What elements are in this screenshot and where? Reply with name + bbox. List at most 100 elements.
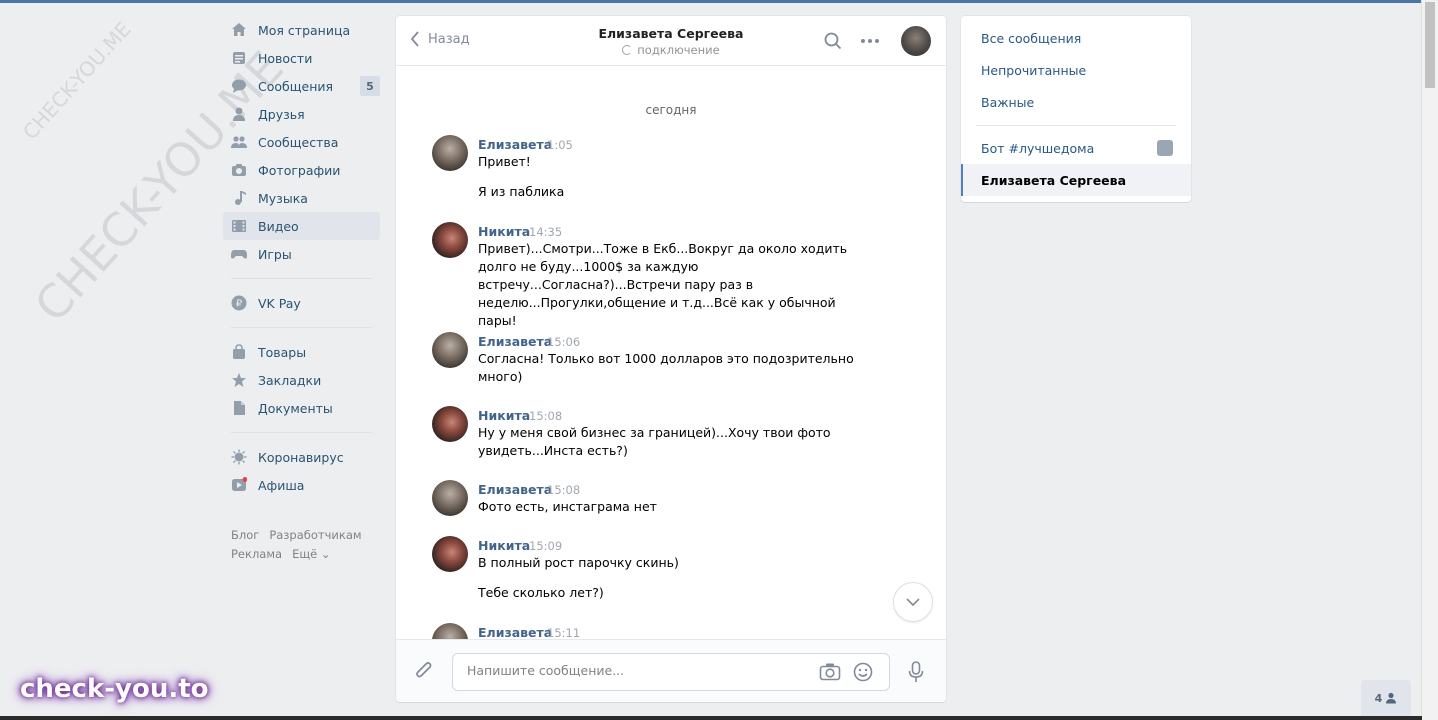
message-text: Ну у меня свой бизнес за границей)...Хоч… bbox=[478, 425, 831, 458]
message-composer bbox=[396, 639, 946, 702]
emoji-icon[interactable] bbox=[853, 662, 873, 682]
brand-watermark: check-you.to bbox=[20, 674, 209, 704]
nav-item-news[interactable]: Новости bbox=[223, 44, 380, 72]
message-author[interactable]: Никита bbox=[478, 408, 530, 423]
author-avatar[interactable] bbox=[432, 135, 468, 171]
filter-label: Все сообщения bbox=[981, 30, 1082, 46]
nav-label: Коронавирус bbox=[258, 449, 344, 465]
author-avatar[interactable] bbox=[432, 480, 468, 516]
message-time: 15:09 bbox=[529, 539, 563, 553]
conversation-item-bot[interactable]: Бот #лучшедома bbox=[961, 132, 1191, 164]
footer-links: Блог Разработчикам Реклама Ещё ⌄ bbox=[231, 526, 381, 564]
nav-item-messages[interactable]: Сообщения 5 bbox=[223, 72, 380, 100]
filter-label: Непрочитанные bbox=[981, 62, 1087, 78]
nav-label: Закладки bbox=[258, 372, 322, 388]
camera-icon[interactable] bbox=[819, 662, 841, 682]
author-avatar[interactable] bbox=[432, 406, 468, 442]
message-input[interactable] bbox=[465, 662, 809, 679]
author-avatar[interactable] bbox=[432, 332, 468, 368]
search-icon[interactable] bbox=[824, 32, 842, 50]
message-author[interactable]: Елизавета bbox=[478, 482, 552, 497]
music-icon bbox=[231, 190, 247, 206]
nav-label: Афиша bbox=[258, 477, 305, 493]
friends-icon bbox=[231, 106, 247, 122]
panel-divider bbox=[976, 125, 1176, 126]
filter-important[interactable]: Важные bbox=[961, 86, 1191, 118]
nav-label: Игры bbox=[258, 246, 292, 262]
message-time: 15:08 bbox=[547, 483, 581, 497]
nav-item-photos[interactable]: Фотографии bbox=[223, 156, 380, 184]
message-input-wrapper bbox=[452, 653, 890, 691]
footer-link-developers[interactable]: Разработчикам bbox=[269, 528, 361, 542]
more-icon[interactable] bbox=[860, 33, 880, 49]
message-text: Я из паблика bbox=[478, 184, 565, 199]
paperclip-icon[interactable] bbox=[414, 660, 434, 682]
chevron-down-icon bbox=[906, 598, 920, 606]
author-avatar[interactable] bbox=[432, 222, 468, 258]
nav-item-friends[interactable]: Друзья bbox=[223, 100, 380, 128]
message-time: 15:11 bbox=[547, 626, 581, 640]
nav-label: VK Pay bbox=[258, 295, 301, 311]
message-author[interactable]: Никита bbox=[478, 538, 530, 553]
nav-item-video[interactable]: Видео bbox=[223, 212, 380, 240]
messages-icon bbox=[231, 78, 247, 94]
nav-item-goods[interactable]: Товары bbox=[223, 338, 380, 366]
nav-item-bookmarks[interactable]: Закладки bbox=[223, 366, 380, 394]
top-bar bbox=[0, 0, 1422, 3]
nav-label: Сообщения bbox=[258, 78, 334, 94]
nav-item-coronavirus[interactable]: Коронавирус bbox=[223, 443, 380, 471]
page-scrollbar[interactable] bbox=[1421, 0, 1438, 720]
nav-item-documents[interactable]: Документы bbox=[223, 394, 380, 422]
footer-link-blog[interactable]: Блог bbox=[231, 528, 259, 542]
filter-all-messages[interactable]: Все сообщения bbox=[961, 22, 1191, 54]
scroll-down-button[interactable] bbox=[893, 582, 933, 622]
nav-label: Новости bbox=[258, 50, 313, 66]
nav-label: Товары bbox=[258, 344, 307, 360]
message-author[interactable]: Елизавета bbox=[478, 625, 552, 640]
footer-link-ads[interactable]: Реклама bbox=[231, 547, 282, 561]
scrollbar-thumb[interactable] bbox=[1425, 2, 1435, 88]
chat-panel: Назад Елизавета Сергеева подключение сег… bbox=[396, 16, 946, 702]
day-separator: сегодня bbox=[645, 103, 697, 117]
community-icon bbox=[1157, 140, 1173, 156]
filter-unread[interactable]: Непрочитанные bbox=[961, 54, 1191, 86]
watermark-small: CHECK-YOU.ME bbox=[18, 17, 136, 145]
messages-filter-panel: Все сообщения Непрочитанные Важные Бот #… bbox=[961, 16, 1191, 202]
nav-item-poster[interactable]: Афиша bbox=[223, 471, 380, 499]
virus-icon bbox=[231, 449, 247, 465]
nav-label: Документы bbox=[258, 400, 333, 416]
nav-label: Музыка bbox=[258, 190, 308, 206]
message-text: Тебе сколько лет?) bbox=[478, 585, 604, 600]
nav-item-games[interactable]: Игры bbox=[223, 240, 380, 268]
nav-label: Моя страница bbox=[258, 22, 351, 38]
microphone-icon[interactable] bbox=[908, 661, 924, 683]
nav-item-groups[interactable]: Сообщества bbox=[223, 128, 380, 156]
message-author[interactable]: Елизавета bbox=[478, 137, 552, 152]
message-author[interactable]: Никита bbox=[478, 224, 530, 239]
message-time: 14:35 bbox=[529, 225, 563, 239]
loading-spinner-icon bbox=[622, 45, 633, 55]
message-time: 15:08 bbox=[529, 409, 563, 423]
message-author[interactable]: Елизавета bbox=[478, 334, 552, 349]
peer-avatar[interactable] bbox=[901, 26, 931, 56]
author-avatar[interactable] bbox=[432, 536, 468, 572]
nav-item-music[interactable]: Музыка bbox=[223, 184, 380, 212]
groups-icon bbox=[231, 134, 247, 150]
star-icon bbox=[231, 372, 247, 388]
home-icon bbox=[231, 22, 247, 38]
online-count: 4 bbox=[1374, 691, 1383, 705]
nav-item-vk-pay[interactable]: ₽ VK Pay bbox=[223, 289, 380, 317]
conversation-label: Елизавета Сергеева bbox=[981, 172, 1127, 188]
document-icon bbox=[231, 400, 247, 416]
person-icon bbox=[1386, 692, 1397, 704]
message-text: Фото есть, инстаграма нет bbox=[478, 499, 657, 514]
nav-label: Сообщества bbox=[258, 134, 339, 150]
message-text: Согласна! Только вот 1000 долларов это п… bbox=[478, 351, 854, 384]
svg-text:₽: ₽ bbox=[236, 299, 243, 310]
message-text: Привет! bbox=[478, 154, 531, 169]
nav-item-my-page[interactable]: Моя страница bbox=[223, 16, 380, 44]
footer-link-more[interactable]: Ещё ⌄ bbox=[292, 547, 330, 561]
conversation-item-elizaveta[interactable]: Елизавета Сергеева bbox=[961, 164, 1191, 196]
nav-divider bbox=[231, 432, 372, 433]
online-friends-button[interactable]: 4 bbox=[1361, 680, 1411, 716]
